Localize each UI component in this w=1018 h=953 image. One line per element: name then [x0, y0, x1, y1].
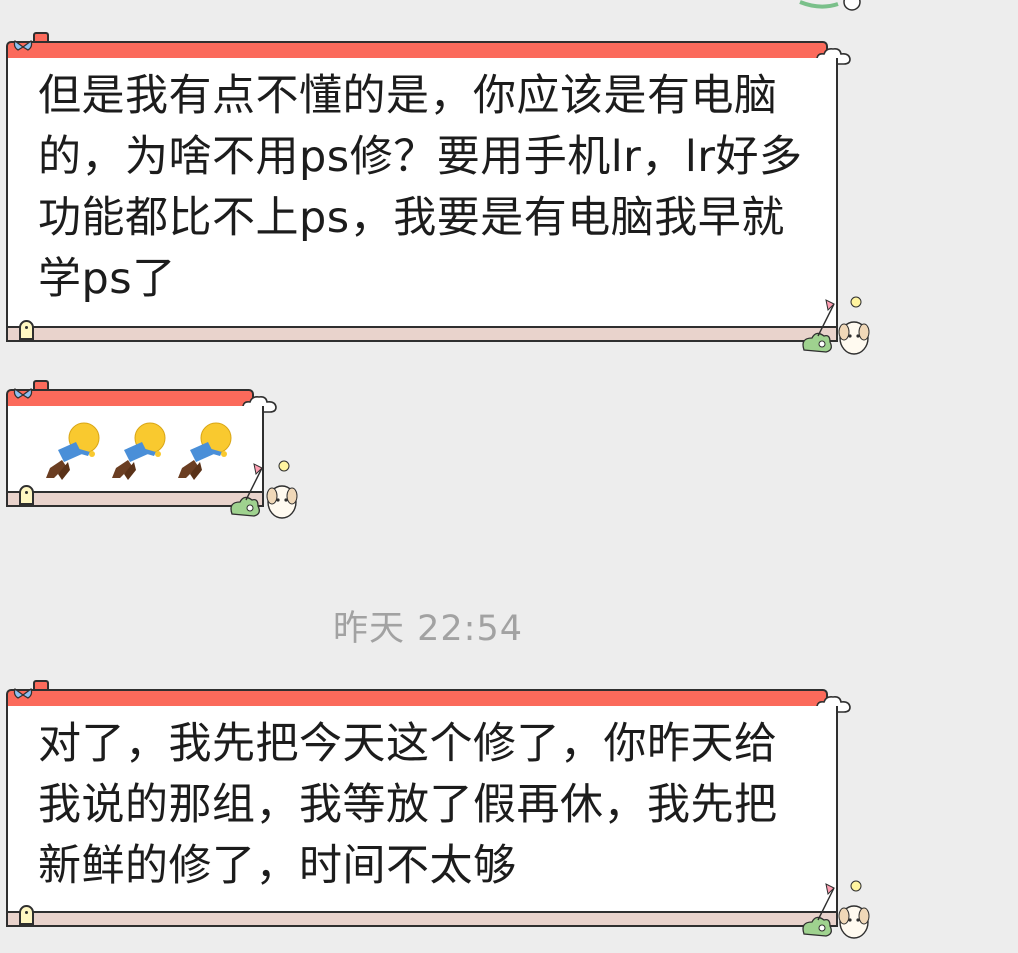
puppy-flowers-icon: [230, 460, 298, 519]
lying-person-emoji: [46, 422, 100, 480]
bubble-roof: [6, 389, 254, 406]
message-text: 但是我有点不懂的是，你应该是有电脑的，为啥不用ps修？要用手机lr，lr好多功能…: [38, 71, 803, 304]
bubble-roof: [6, 41, 828, 58]
bubble-decoration-partial: [799, 0, 861, 11]
lying-person-emoji: [178, 422, 232, 480]
bubble-floor: [6, 326, 838, 342]
bubble-roof: [6, 689, 828, 706]
puppy-flowers-icon: [802, 296, 870, 355]
butterfly-icon: [13, 688, 33, 699]
message-text: 对了，我先把今天这个修了，你昨天给我说的那组，我等放了假再休，我先把新鲜的修了，…: [38, 719, 778, 891]
door-icon: [19, 320, 34, 340]
door-icon: [19, 905, 34, 925]
bubble-floor: [6, 911, 838, 927]
timestamp: 昨天 22:54: [333, 609, 523, 649]
butterfly-icon: [13, 388, 33, 399]
butterfly-icon: [13, 40, 33, 51]
door-icon: [19, 485, 34, 505]
puppy-flowers-icon: [802, 880, 870, 939]
lying-person-emoji: [112, 422, 166, 480]
